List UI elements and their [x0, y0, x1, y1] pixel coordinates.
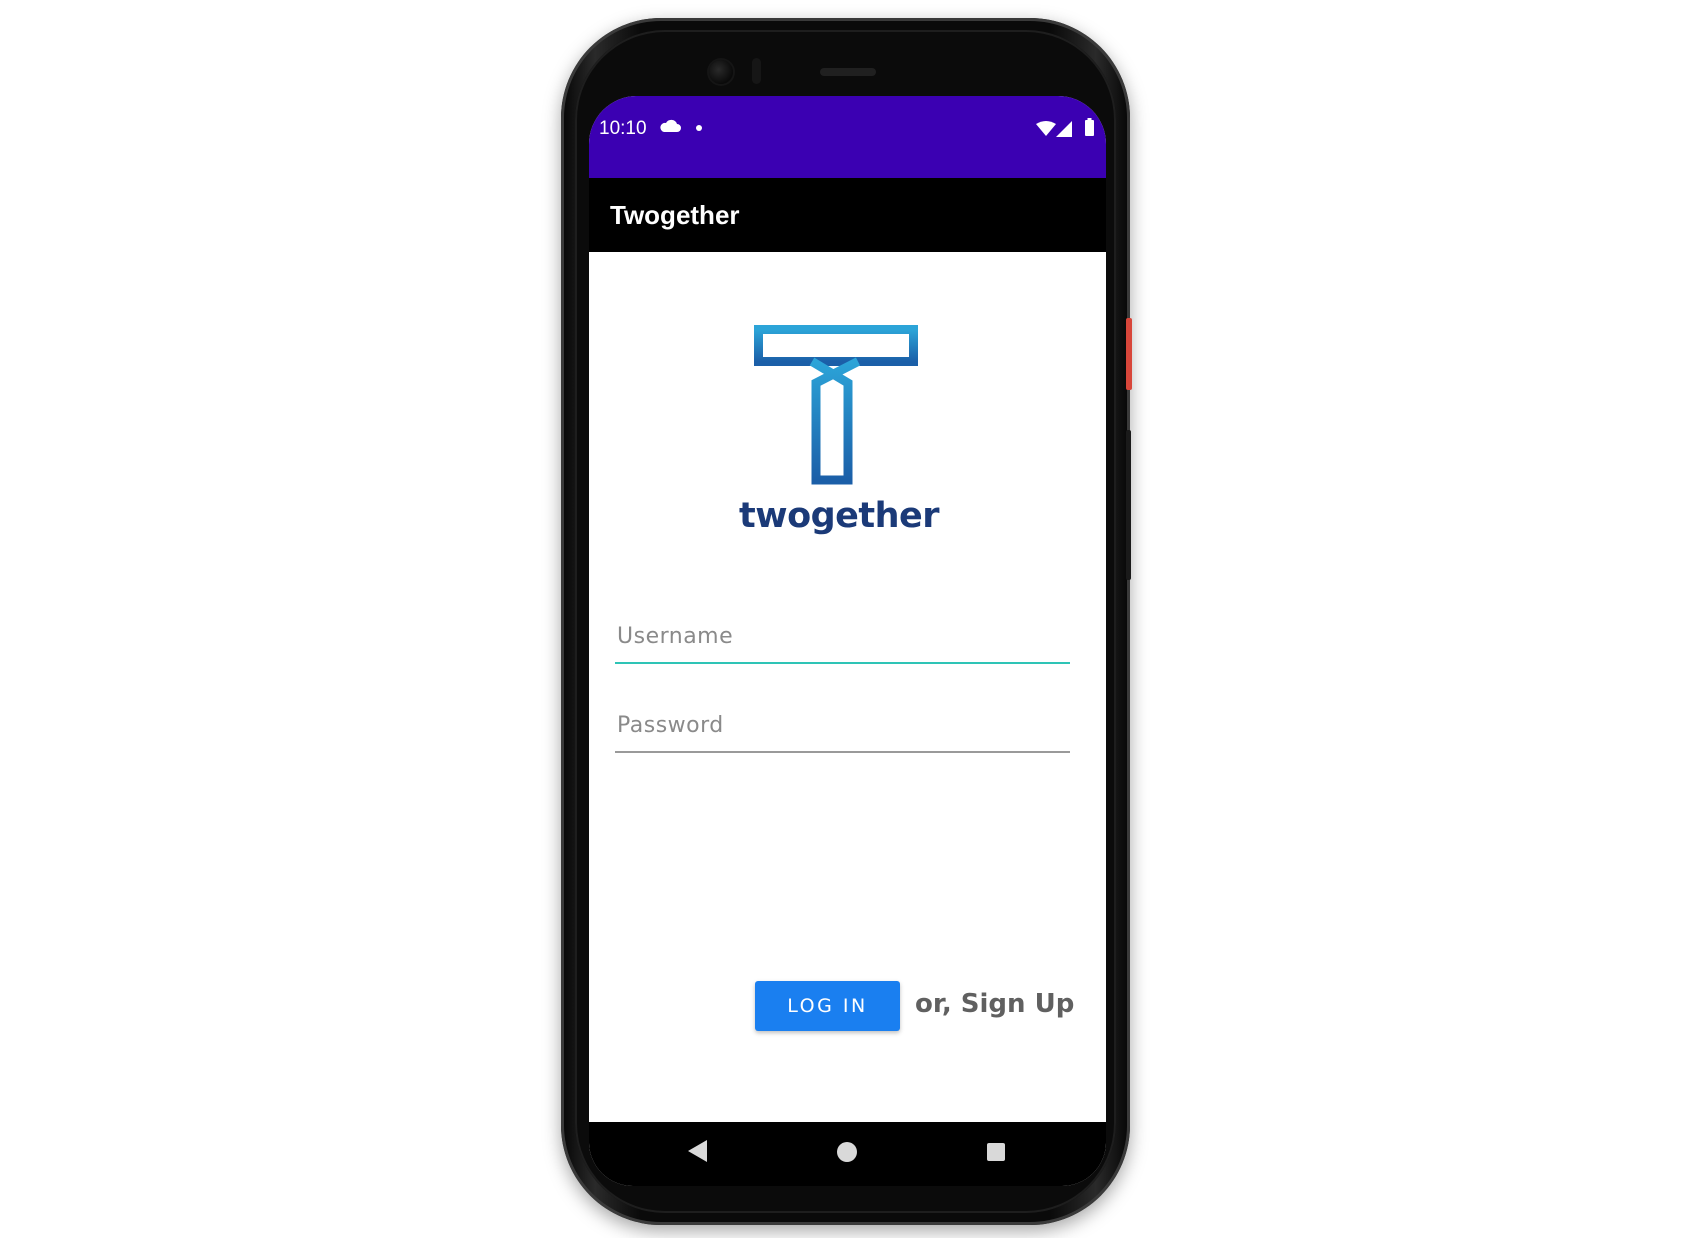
front-camera-icon: [709, 60, 733, 84]
proximity-sensor: [752, 58, 761, 84]
password-field-container: [615, 705, 1070, 753]
signal-icon: [1056, 121, 1072, 137]
earpiece-speaker: [820, 68, 876, 76]
power-button: [1126, 318, 1132, 390]
stage: 10:10 Twogether twogether Username LOG I…: [0, 0, 1682, 1238]
login-content: twogether LOG IN or, Sign Up: [589, 252, 1106, 1122]
signup-link[interactable]: or, Sign Up: [915, 989, 1074, 1019]
back-icon[interactable]: [688, 1140, 708, 1162]
app-title: Twogether: [610, 200, 740, 230]
twogether-t-logo-icon: [754, 325, 918, 485]
username-input[interactable]: [615, 616, 1070, 656]
username-field-container: [615, 616, 1070, 664]
recents-icon[interactable]: [987, 1143, 1005, 1161]
password-input[interactable]: [615, 705, 1070, 745]
wifi-icon: [1036, 121, 1056, 136]
battery-icon: [1085, 118, 1094, 136]
cloud-icon: [660, 119, 681, 132]
volume-button: [1126, 430, 1131, 580]
status-time: 10:10: [599, 118, 647, 139]
logo-wordmark: twogether: [739, 496, 940, 536]
notification-dot-icon: [696, 125, 702, 131]
navigation-bar: [589, 1122, 1106, 1186]
phone-screen: 10:10 Twogether twogether Username LOG I…: [589, 96, 1106, 1186]
home-icon[interactable]: [837, 1142, 857, 1162]
login-button[interactable]: LOG IN: [755, 981, 900, 1031]
app-bar: Twogether: [589, 178, 1106, 252]
status-bar: 10:10: [589, 96, 1106, 178]
